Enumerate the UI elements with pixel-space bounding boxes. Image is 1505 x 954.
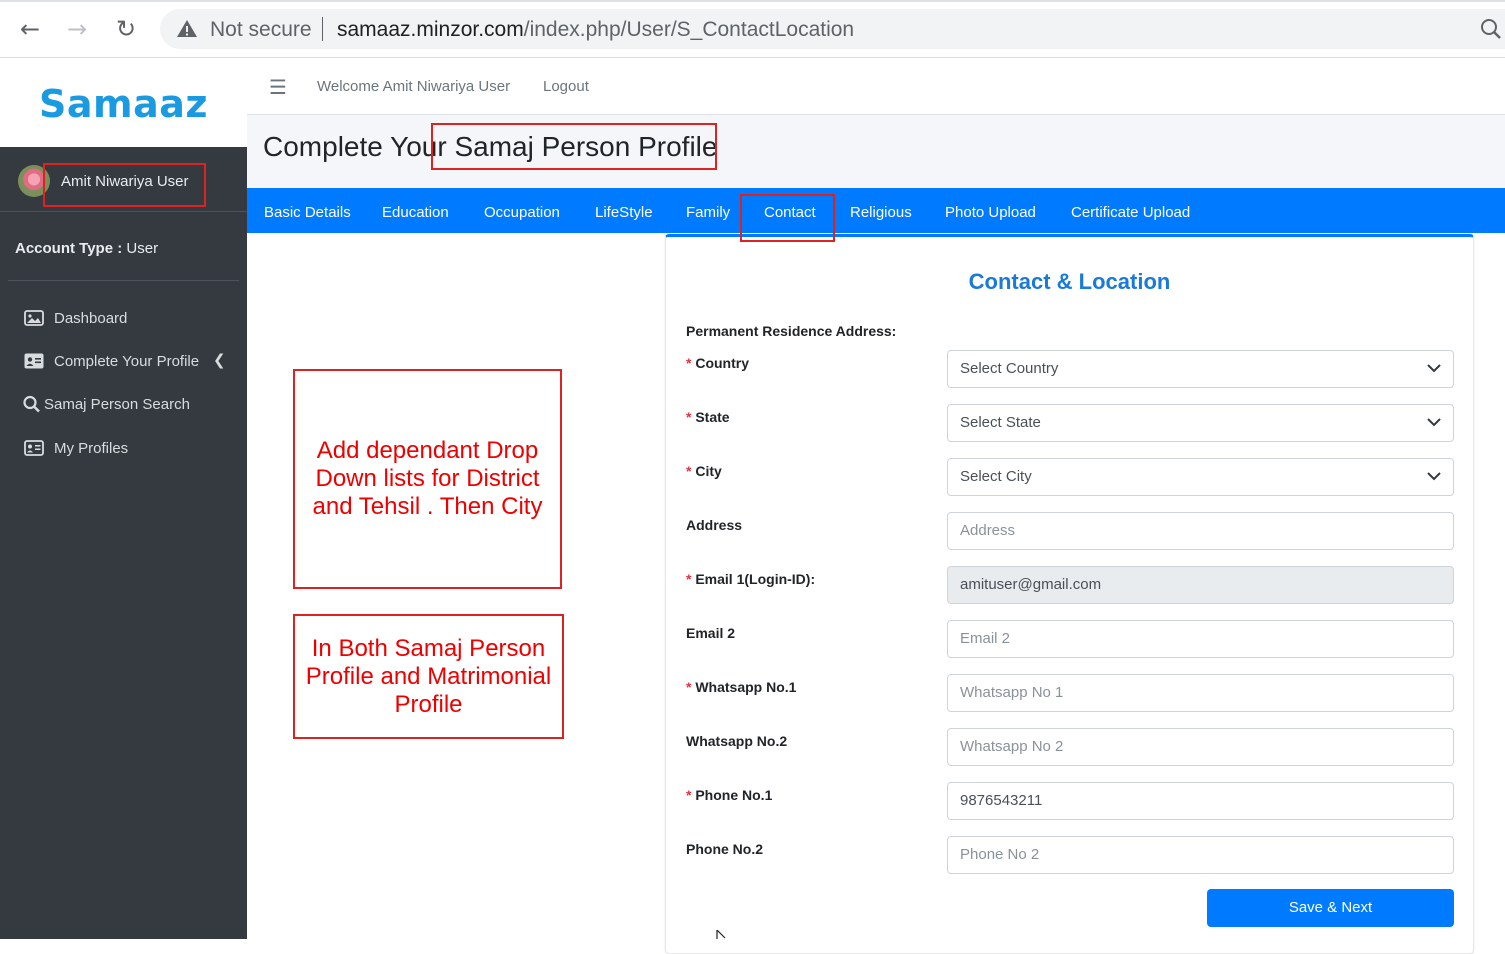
annotation-note-dependent-dropdowns: Add dependant Drop Down lists for Distri… xyxy=(293,369,562,589)
field-label: Email 1(Login-ID): xyxy=(695,571,816,587)
profile-tabs: Basic Details Education Occupation LifeS… xyxy=(247,188,1505,233)
address-bar[interactable]: Not secure samaaz.minzor.com/index.php/U… xyxy=(160,9,1505,49)
tab-family[interactable]: Family xyxy=(686,204,730,221)
city-select[interactable]: Select City xyxy=(947,458,1454,496)
field-label: State xyxy=(695,409,730,425)
save-next-button[interactable]: Save & Next xyxy=(1207,889,1454,927)
sidebar-divider xyxy=(8,280,239,281)
brand-logo[interactable]: Samaaz xyxy=(39,82,208,126)
omnibox-separator xyxy=(322,17,323,41)
required-mark: * xyxy=(686,571,692,587)
state-label: * State xyxy=(686,409,730,425)
id-card-icon xyxy=(24,440,44,456)
tab-lifestyle[interactable]: LifeStyle xyxy=(595,204,653,221)
account-type-value: User xyxy=(122,240,159,257)
sidebar-item-label: Samaj Person Search xyxy=(44,396,190,413)
city-select-value: Select City xyxy=(960,468,1032,485)
country-label: * Country xyxy=(686,355,749,371)
welcome-text: Welcome Amit Niwariya User xyxy=(317,78,511,95)
whatsapp1-input[interactable]: Whatsapp No 1 xyxy=(947,674,1454,712)
sidebar-item-label: Dashboard xyxy=(54,310,128,327)
contact-location-card: Contact & Location Permanent Residence A… xyxy=(665,234,1474,954)
address-label: Address xyxy=(686,517,743,533)
sidebar-item-label: My Profiles xyxy=(54,440,129,457)
email1-field[interactable]: amituser@gmail.com xyxy=(947,566,1454,604)
sidebar-item-dashboard[interactable]: Dashboard xyxy=(0,301,247,337)
field-label: City xyxy=(695,463,722,479)
chevron-down-icon xyxy=(1427,364,1441,373)
required-mark: * xyxy=(686,409,692,425)
email1-label: * Email 1(Login-ID): xyxy=(686,571,815,587)
chevron-left-icon[interactable]: ❮ xyxy=(213,351,226,369)
browser-toolbar: ← → ↻ Not secure samaaz.minzor.com/index… xyxy=(0,0,1505,58)
top-navbar: ☰ Welcome Amit Niwariya User Logout xyxy=(247,58,1505,115)
url-host: samaaz.minzor.com xyxy=(337,18,524,41)
sidebar-item-my-profiles[interactable]: My Profiles xyxy=(0,431,247,467)
tab-occupation[interactable]: Occupation xyxy=(484,204,560,221)
email2-input[interactable]: Email 2 xyxy=(947,620,1454,658)
country-select[interactable]: Select Country xyxy=(947,350,1454,388)
phone1-input[interactable]: 9876543211 xyxy=(947,782,1454,820)
phone2-input[interactable]: Phone No 2 xyxy=(947,836,1454,874)
hamburger-menu-icon[interactable]: ☰ xyxy=(269,75,287,99)
city-label: * City xyxy=(686,463,722,479)
whatsapp2-label: Whatsapp No.2 xyxy=(686,733,788,749)
image-icon xyxy=(24,310,44,326)
reload-icon[interactable]: ↻ xyxy=(111,14,141,44)
whatsapp1-label: * Whatsapp No.1 xyxy=(686,679,796,695)
email2-label: Email 2 xyxy=(686,625,736,641)
tab-certificate-upload[interactable]: Certificate Upload xyxy=(1071,204,1190,221)
security-label[interactable]: Not secure xyxy=(210,18,312,42)
annotation-highlight-username xyxy=(43,163,206,207)
whatsapp2-input[interactable]: Whatsapp No 2 xyxy=(947,728,1454,766)
country-select-value: Select Country xyxy=(960,360,1059,377)
tab-basic-details[interactable]: Basic Details xyxy=(264,204,351,221)
chevron-down-icon xyxy=(1427,418,1441,427)
state-select[interactable]: Select State xyxy=(947,404,1454,442)
id-card-icon xyxy=(24,353,44,369)
logout-link[interactable]: Logout xyxy=(543,78,589,95)
required-mark: * xyxy=(686,679,692,695)
zoom-icon[interactable] xyxy=(1479,17,1503,41)
required-mark: * xyxy=(686,355,692,371)
sidebar-item-samaj-person-search[interactable]: Samaj Person Search xyxy=(0,387,247,423)
forward-arrow-icon[interactable]: → xyxy=(62,14,92,44)
account-type: Account Type : User xyxy=(15,240,158,257)
required-mark: * xyxy=(686,787,692,803)
phone1-label: * Phone No.1 xyxy=(686,787,772,803)
chevron-down-icon xyxy=(1427,472,1441,481)
annotation-highlight-title xyxy=(431,123,717,170)
section-label: Permanent Residence Address: xyxy=(686,323,897,339)
url-path: /index.php/User/S_ContactLocation xyxy=(523,18,855,41)
search-icon xyxy=(23,395,40,413)
tab-strip-edge xyxy=(0,0,1505,2)
field-label: Country xyxy=(695,355,750,371)
mouse-cursor-icon xyxy=(716,930,726,939)
annotation-note-both-profiles: In Both Samaj Person Profile and Matrimo… xyxy=(293,614,564,739)
tab-religious[interactable]: Religious xyxy=(850,204,912,221)
warning-icon[interactable] xyxy=(176,18,198,40)
tab-education[interactable]: Education xyxy=(382,204,449,221)
phone2-label: Phone No.2 xyxy=(686,841,764,857)
annotation-highlight-contact-tab xyxy=(740,194,835,242)
sidebar-item-label: Complete Your Profile xyxy=(54,353,200,370)
back-arrow-icon[interactable]: ← xyxy=(15,14,45,44)
tab-photo-upload[interactable]: Photo Upload xyxy=(945,204,1036,221)
url-text[interactable]: samaaz.minzor.com/index.php/User/S_Conta… xyxy=(337,18,854,42)
brand-area[interactable]: Samaaz xyxy=(0,58,247,147)
field-label: Whatsapp No.1 xyxy=(695,679,797,695)
account-type-label: Account Type : xyxy=(15,240,123,257)
address-input[interactable]: Address xyxy=(947,512,1454,550)
state-select-value: Select State xyxy=(960,414,1041,431)
card-title: Contact & Location xyxy=(968,269,1171,294)
required-mark: * xyxy=(686,463,692,479)
field-label: Phone No.1 xyxy=(695,787,773,803)
sidebar-item-complete-profile[interactable]: Complete Your Profile ❮ xyxy=(0,344,247,380)
